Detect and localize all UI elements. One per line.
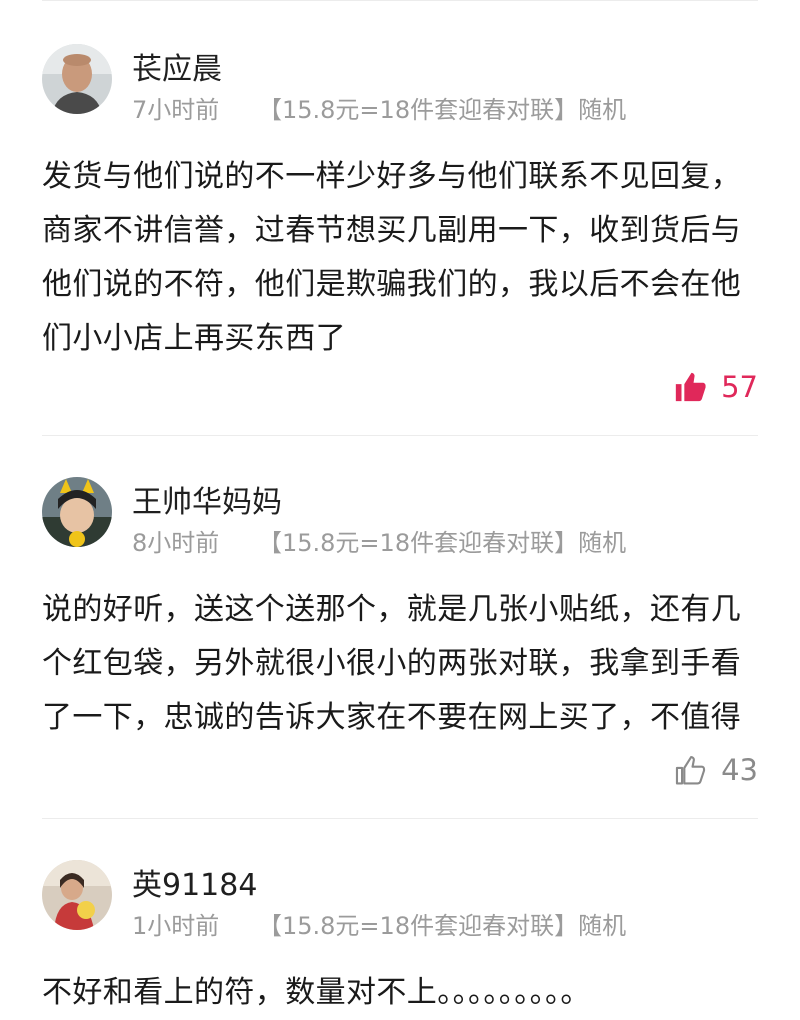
- review-text: 不好和看上的符，数量对不上。。。。。。。。。: [42, 975, 591, 1010]
- avatar[interactable]: [42, 477, 112, 547]
- thumbs-up-outline-icon: [673, 753, 707, 787]
- thumbs-up-filled-icon: [673, 370, 707, 404]
- username[interactable]: 苌应晨: [132, 44, 222, 88]
- like-button[interactable]: 57: [673, 370, 758, 404]
- review-meta: 8小时前 【15.8元=18件套迎春对联】随机: [132, 523, 626, 558]
- like-count: 43: [721, 753, 758, 787]
- review-meta: 1小时前 【15.8元=18件套迎春对联】随机: [132, 906, 626, 941]
- username[interactable]: 王帅华妈妈: [132, 477, 282, 521]
- avatar[interactable]: [42, 44, 112, 114]
- review-text: 说的好听，送这个送那个，就是几张小贴纸，还有几个红包袋，另外就很小很小的两张对联…: [42, 592, 742, 735]
- avatar-photo: [42, 44, 112, 114]
- review-item: 苌应晨 7小时前 【15.8元=18件套迎春对联】随机 发货与他们说的不一样少好多…: [42, 44, 758, 424]
- review-time: 1小时前: [132, 912, 220, 940]
- review-divider: [42, 435, 758, 436]
- review-text: 发货与他们说的不一样少好多与他们联系不见回复，商家不讲信誉，过春节想买几副用一下…: [42, 159, 742, 356]
- avatar[interactable]: [42, 860, 112, 930]
- review-time: 7小时前: [132, 96, 220, 124]
- like-count: 57: [721, 370, 758, 404]
- review-divider: [42, 818, 758, 819]
- username[interactable]: 英91184: [132, 860, 257, 904]
- review-item: 王帅华妈妈 8小时前 【15.8元=18件套迎春对联】随机 说的好听，送这个送那个…: [42, 477, 758, 807]
- top-divider: [42, 0, 758, 1]
- product-variant: 【15.8元=18件套迎春对联】随机: [258, 96, 627, 124]
- review-meta: 7小时前 【15.8元=18件套迎春对联】随机: [132, 90, 626, 125]
- avatar-photo: [42, 477, 112, 547]
- review-item: 英91184 1小时前 【15.8元=18件套迎春对联】随机 不好和看上的符，数量…: [42, 860, 758, 1010]
- product-variant: 【15.8元=18件套迎春对联】随机: [258, 912, 627, 940]
- avatar-photo: [42, 860, 112, 930]
- like-button[interactable]: 43: [673, 753, 758, 787]
- product-variant: 【15.8元=18件套迎春对联】随机: [258, 529, 627, 557]
- review-time: 8小时前: [132, 529, 220, 557]
